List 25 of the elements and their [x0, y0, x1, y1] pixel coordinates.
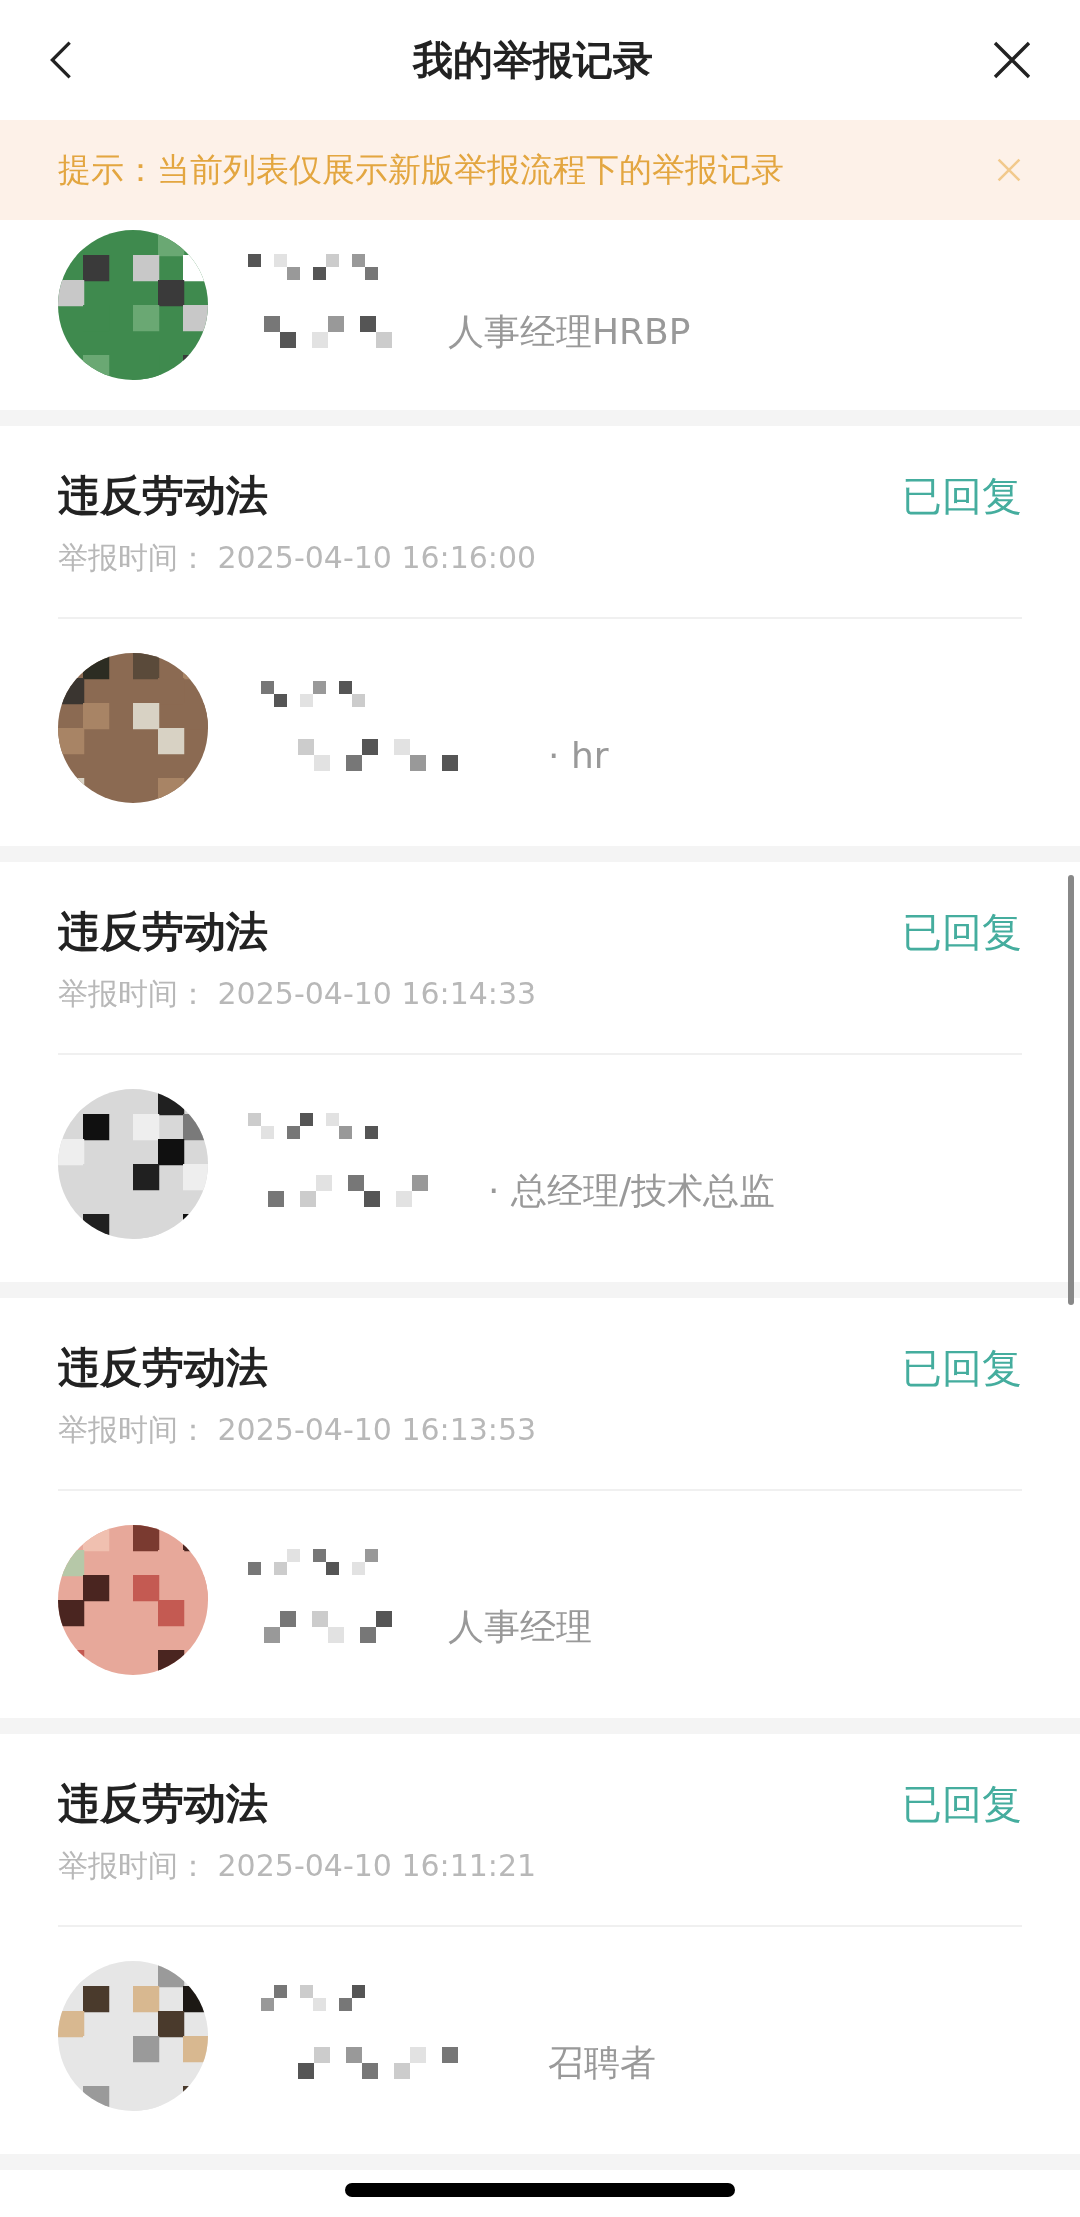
record-card[interactable]: 违反劳动法 已回复 举报时间： 2025-04-10 16:13:53 人事经理	[0, 1298, 1080, 1718]
record-card[interactable]: 违反劳动法 已回复 举报时间： 2025-04-10 16:16:00 · hr	[0, 426, 1080, 846]
record-title: 违反劳动法	[58, 470, 268, 522]
report-time: 举报时间： 2025-04-10 16:14:33	[58, 975, 538, 1013]
status-label: 已回复	[902, 1779, 1022, 1829]
report-time: 举报时间： 2025-04-10 16:13:53	[58, 1411, 538, 1449]
record-title: 违反劳动法	[58, 906, 268, 958]
status-label: 已回复	[902, 471, 1022, 521]
status-label: 已回复	[902, 907, 1022, 957]
record-title: 违反劳动法	[58, 1342, 268, 1394]
close-icon[interactable]	[992, 40, 1032, 80]
scrollbar[interactable]	[1068, 875, 1074, 1305]
record-card[interactable]: 违反劳动法 已回复 举报时间： 2025-04-10 16:11:21 召聘者	[0, 1734, 1080, 2154]
record-title: 违反劳动法	[58, 1778, 268, 1830]
role-text: · 总经理/技术总监	[488, 1168, 775, 1213]
role-text: 召聘者	[548, 2040, 656, 2085]
record-card[interactable]: 违反劳动法 已回复 举报时间： 2025-04-10 16:14:33 · 总经理/技术总监	[0, 862, 1080, 1282]
status-label: 已回复	[902, 1343, 1022, 1393]
report-time: 举报时间： 2025-04-10 16:11:21	[58, 1847, 538, 1885]
notice-text: 提示：当前列表仅展示新版举报流程下的举报记录	[58, 148, 784, 191]
role-text: · hr	[548, 734, 609, 776]
role-text: 人事经理HRBP	[448, 309, 691, 354]
page-title: 我的举报记录	[413, 35, 653, 85]
role-text: 人事经理	[448, 1604, 592, 1649]
report-time: 举报时间： 2025-04-10 16:16:00	[58, 539, 538, 577]
